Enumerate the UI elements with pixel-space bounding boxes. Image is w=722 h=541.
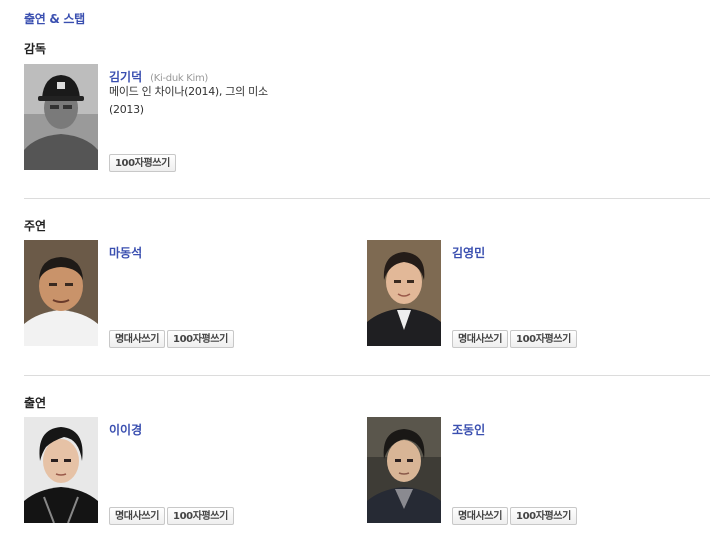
button-group: 명대사쓰기 100자평쓰기 <box>452 327 579 348</box>
page-title: 출연 & 스탭 <box>24 12 85 26</box>
person-card: 조동인 명대사쓰기 100자평쓰기 <box>367 417 697 525</box>
write-quote-button[interactable]: 명대사쓰기 <box>452 330 509 348</box>
person-photo-icon[interactable] <box>24 240 98 346</box>
section-label-cast: 출연 <box>24 396 47 410</box>
person-name-link[interactable]: 김영민 <box>452 246 485 260</box>
person-filmography: 메이드 인 차이나(2014), 그의 미소(2013) <box>109 85 268 116</box>
write-review-button[interactable]: 100자평쓰기 <box>510 330 577 348</box>
write-review-button[interactable]: 100자평쓰기 <box>167 330 234 348</box>
write-quote-button[interactable]: 명대사쓰기 <box>109 507 166 525</box>
button-group: 명대사쓰기 100자평쓰기 <box>109 327 236 348</box>
person-photo-icon[interactable] <box>24 64 98 170</box>
person-name-link[interactable]: 마동석 <box>109 246 142 260</box>
person-name-link[interactable]: 김기덕 <box>109 70 142 84</box>
button-group: 명대사쓰기 100자평쓰기 <box>452 504 579 525</box>
write-review-button[interactable]: 100자평쓰기 <box>167 507 234 525</box>
section-director: 감독 김기덕 (Ki-duk Kim) 메이드 인 차이나(2014), 그의 미… <box>24 40 710 180</box>
section-label-director: 감독 <box>24 42 47 56</box>
button-group: 100자평쓰기 <box>109 151 178 172</box>
person-name-link[interactable]: 조동인 <box>452 423 485 437</box>
section-divider <box>24 198 710 199</box>
button-group: 명대사쓰기 100자평쓰기 <box>109 504 236 525</box>
write-review-button[interactable]: 100자평쓰기 <box>510 507 577 525</box>
write-quote-button[interactable]: 명대사쓰기 <box>452 507 509 525</box>
person-card: 김영민 명대사쓰기 100자평쓰기 <box>367 240 697 348</box>
section-label-lead: 주연 <box>24 219 47 233</box>
write-quote-button[interactable]: 명대사쓰기 <box>109 330 166 348</box>
person-photo-icon[interactable] <box>24 417 98 523</box>
section-cast: 출연 이이경 명대사쓰기 100자평쓰기 조동인 명대사쓰기 100자평쓰기 <box>24 394 710 534</box>
person-card: 김기덕 (Ki-duk Kim) 메이드 인 차이나(2014), 그의 미소(2… <box>24 64 354 172</box>
section-lead: 주연 마동석 명대사쓰기 100자평쓰기 김영민 명대사쓰기 100자평쓰기 <box>24 217 710 357</box>
section-divider <box>24 375 710 376</box>
person-photo-icon[interactable] <box>367 417 441 523</box>
write-review-button[interactable]: 100자평쓰기 <box>109 154 176 172</box>
person-name-link[interactable]: 이이경 <box>109 423 142 437</box>
person-card: 이이경 명대사쓰기 100자평쓰기 <box>24 417 354 525</box>
person-photo-icon[interactable] <box>367 240 441 346</box>
person-card: 마동석 명대사쓰기 100자평쓰기 <box>24 240 354 348</box>
